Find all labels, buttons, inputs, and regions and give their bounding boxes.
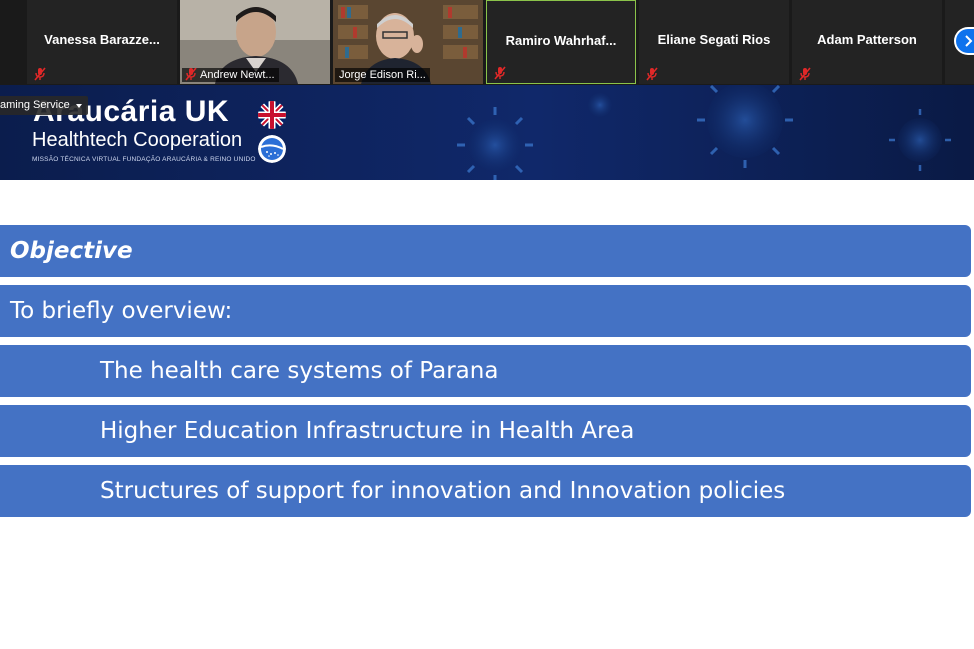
slide-heading: Objective — [10, 238, 133, 264]
banner-tagline: MISSÃO TÉCNICA VIRTUAL FUNDAÇÃO ARAUCÁRI… — [32, 156, 256, 163]
participant-strip: Vanessa Barazze... Andrew Newt... Jorge … — [0, 0, 974, 85]
slide-intro-row: To briefly overview: — [0, 285, 971, 337]
service-dropdown[interactable]: aming Service — [0, 96, 88, 115]
banner-subtitle: Healthtech Cooperation — [32, 129, 243, 151]
slide-heading-row: Objective — [0, 225, 971, 277]
dropdown-label: aming Service — [0, 99, 70, 111]
participant-name: Andrew Newt... — [200, 69, 275, 81]
muted-mic-icon — [34, 67, 46, 81]
participant-video-2[interactable]: Andrew Newt... — [180, 0, 330, 84]
participant-name: Jorge Edison Ri... — [339, 69, 426, 81]
slide-bullet-row: Higher Education Infrastructure in Healt… — [0, 405, 971, 457]
slide-bullet-row: The health care systems of Parana — [0, 345, 971, 397]
slide-bullet: Higher Education Infrastructure in Healt… — [100, 418, 635, 444]
participant-name: Eliane Segati Rios — [657, 32, 771, 47]
caret-down-icon — [75, 104, 82, 108]
muted-mic-icon — [185, 68, 197, 81]
next-page-button[interactable] — [954, 27, 974, 55]
participant-tile-4[interactable]: Ramiro Wahrhaf... — [486, 0, 636, 84]
participant-name: Vanessa Barazze... — [44, 32, 160, 47]
participant-video-3[interactable]: Jorge Edison Ri... — [333, 0, 483, 84]
participant-tile-6[interactable]: Adam Patterson — [792, 0, 942, 84]
participant-name: Adam Patterson — [817, 32, 917, 47]
participant-label: Andrew Newt... — [182, 68, 279, 82]
participant-name: Ramiro Wahrhaf... — [505, 33, 617, 48]
slide-intro: To briefly overview: — [10, 298, 233, 324]
participant-tile-5[interactable]: Eliane Segati Rios — [639, 0, 789, 84]
virus-graphic — [457, 85, 951, 180]
participant-tile-1[interactable]: Vanessa Barazze... — [27, 0, 177, 84]
slide-banner: Araucária UK Healthtech Cooperation MISS… — [0, 85, 974, 180]
muted-mic-icon — [494, 66, 506, 80]
muted-mic-icon — [646, 67, 658, 81]
muted-mic-icon — [799, 67, 811, 81]
brazil-globe-icon — [258, 135, 286, 163]
uk-flag-icon — [258, 101, 286, 129]
participant-label: Jorge Edison Ri... — [335, 68, 430, 82]
slide-bullet: Structures of support for innovation and… — [100, 478, 786, 504]
chevron-right-icon — [965, 35, 973, 47]
slide-bullet-row: Structures of support for innovation and… — [0, 465, 971, 517]
slide-bullet: The health care systems of Parana — [100, 358, 499, 384]
